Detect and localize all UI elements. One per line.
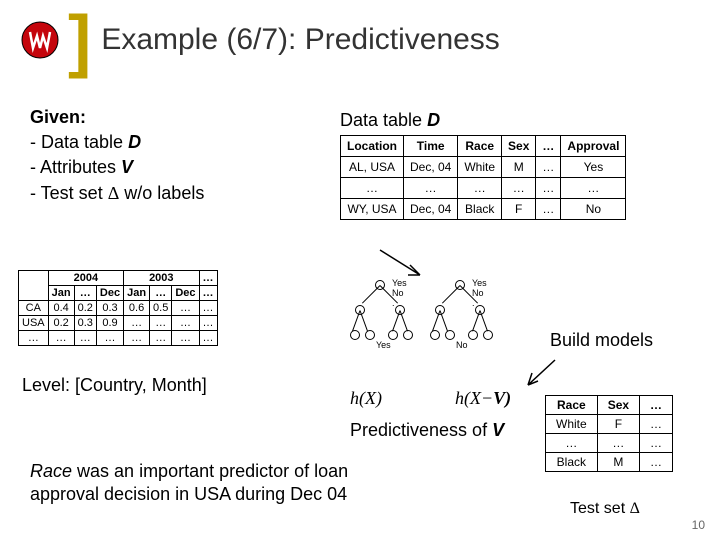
data-table-title: Data table D [340,110,440,131]
dtable-h3: Sex [502,136,536,157]
decision-trees: Yes No . Yes Yes No . No [350,280,530,380]
given-D: D [128,132,141,152]
given-V: V [121,157,133,177]
table-row: WhiteF… [546,415,673,434]
arrow-icon [520,355,560,395]
dtable-h0: Location [341,136,404,157]
dtable-h4: … [536,136,561,157]
bracket-decoration: ] [68,10,91,70]
given-block: Given: - Data table D - Attributes V - T… [30,105,204,206]
table-row: …………………… [19,331,218,346]
predictiveness-label: Predictiveness of V [350,420,504,441]
hx-label: h(X) [350,388,382,409]
given-line3a: - Test set [30,183,108,203]
given-label: Given: [30,107,86,127]
ltable-year-row: 2004 2003 … [19,271,218,286]
hxv-label: h(X−V) [455,388,511,409]
build-models-label: Build models [550,330,653,351]
data-table: Location Time Race Sex … Approval AL, US… [340,135,626,220]
test-set-label: Test set Δ [570,500,640,518]
given-line3c: w/o labels [119,183,204,203]
conclusion-text: Race was an important predictor of loan … [30,460,348,507]
table-row: ……………… [341,178,626,199]
dtable-h5: Approval [561,136,626,157]
level-table: 2004 2003 … Jan…DecJan…Dec… CA0.40.20.30… [18,270,218,346]
page-number: 10 [692,518,705,532]
table-row: WY, USADec, 04BlackF…No [341,199,626,220]
given-delta: Δ [108,183,120,203]
data-table-header-row: Location Time Race Sex … Approval [341,136,626,157]
table-row: BlackM… [546,453,673,472]
table-row: USA0.20.30.9………… [19,316,218,331]
test-set-table: RaceSex… WhiteF… ……… BlackM… [545,395,673,472]
ttable-header-row: RaceSex… [546,396,673,415]
dtable-h1: Time [404,136,458,157]
uw-logo [20,20,60,60]
slide-header: ] Example (6/7): Predictiveness [0,0,720,80]
given-line2: - Attributes [30,157,121,177]
table-row: CA0.40.20.30.60.5…… [19,301,218,316]
ltable-month-row: Jan…DecJan…Dec… [19,286,218,301]
given-line1: - Data table [30,132,128,152]
level-label: Level: [Country, Month] [22,375,207,396]
table-row: ……… [546,434,673,453]
table-row: AL, USADec, 04WhiteM…Yes [341,157,626,178]
dtable-h2: Race [458,136,502,157]
slide-title: Example (6/7): Predictiveness [101,23,500,57]
